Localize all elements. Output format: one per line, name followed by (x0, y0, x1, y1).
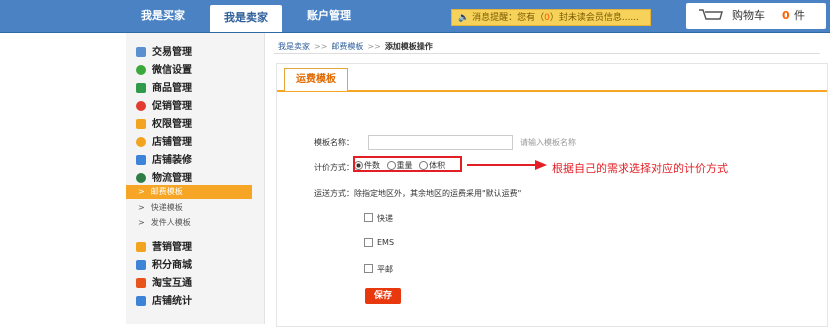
sidebar-item-label: 权限管理 (152, 119, 192, 130)
sidebar-item-label: 淘宝互通 (152, 278, 192, 289)
red-arrow-icon (467, 160, 547, 170)
sidebar-item-permission[interactable]: 权限管理 (136, 117, 192, 133)
chevron-right-icon: > (138, 218, 145, 227)
breadcrumb-postage-template[interactable]: 邮费模板 (331, 42, 363, 51)
checkbox-label: 快递 (377, 214, 393, 223)
notice-suffix: ）封未读会员信息...... (549, 13, 640, 23)
template-name-input[interactable] (368, 135, 513, 150)
cart-label: 购物车 (732, 9, 765, 22)
cart-button[interactable]: 购物车 0 件 (686, 3, 826, 29)
sidebar-item-label: 微信设置 (152, 65, 192, 76)
tab-account[interactable]: 账户管理 (294, 3, 364, 29)
breadcrumb-seller[interactable]: 我是卖家 (278, 42, 310, 51)
chevron-right-icon: > (138, 203, 145, 212)
sidebar-item-points[interactable]: 积分商城 (136, 258, 192, 274)
sidebar-item-label: 营销管理 (152, 242, 192, 253)
annotation-text: 根据自己的需求选择对应的计价方式 (552, 162, 728, 175)
sidebar-item-store[interactable]: 店铺管理 (136, 135, 192, 151)
cart-icon (136, 83, 146, 93)
sidebar-sub-sender-template[interactable]: > 发件人模板 (138, 216, 191, 230)
tab-shipping-template[interactable]: 运费模板 (284, 68, 348, 91)
divider (274, 53, 820, 54)
pricing-label: 计价方式： (314, 163, 354, 172)
cart-icon (699, 9, 723, 20)
save-button[interactable]: 保存 (365, 288, 401, 304)
cart-count: 0 (782, 9, 790, 22)
top-nav-bar: 我是买家 我是卖家 账户管理 🔈 消息提醒：您有（0）封未读会员信息......… (0, 0, 830, 33)
sidebar-item-decor[interactable]: 店铺装修 (136, 153, 192, 169)
sidebar-item-taobao[interactable]: 淘宝互通 (136, 276, 192, 292)
tab-buyer[interactable]: 我是买家 (128, 3, 198, 29)
sidebar-item-promo[interactable]: 促销管理 (136, 99, 192, 115)
sidebar-sub-label: 快递模板 (150, 203, 183, 212)
sidebar-item-marketing[interactable]: 营销管理 (136, 240, 192, 256)
target-icon (136, 101, 146, 111)
sidebar-item-label: 交易管理 (152, 47, 192, 58)
checkbox-surface-mail[interactable] (364, 264, 373, 273)
checkbox-label: EMS (377, 238, 395, 247)
cart-unit: 件 (794, 9, 805, 22)
breadcrumb: 我是卖家 >> 邮费模板 >> 添加模板操作 (278, 41, 433, 52)
breadcrumb-separator: >> (314, 42, 328, 51)
sidebar-item-label: 积分商城 (152, 260, 192, 271)
checkbox-express[interactable] (364, 213, 373, 222)
sidebar-sub-express-template[interactable]: > 快递模板 (138, 201, 183, 215)
template-name-hint: 请输入模板名称 (520, 138, 576, 147)
monitor-icon (136, 155, 146, 165)
breadcrumb-current: 添加模板操作 (384, 42, 433, 51)
store-icon (136, 137, 146, 147)
sidebar-item-label: 商品管理 (152, 83, 192, 94)
sidebar-item-label: 店铺装修 (152, 155, 192, 166)
template-panel: 运费模板 模板名称： 请输入模板名称 计价方式： 件数 重量 体积 根据自己的需… (276, 63, 828, 327)
sidebar-item-label: 店铺统计 (152, 296, 192, 307)
speaker-icon: 🔈 (458, 13, 470, 23)
checkbox-label: 平邮 (377, 265, 393, 274)
truck-icon (136, 173, 146, 183)
sidebar-sub-label: 邮费模板 (150, 187, 183, 196)
chevron-right-icon: > (138, 187, 145, 196)
sidebar-item-trade[interactable]: 交易管理 (136, 45, 192, 61)
sidebar-item-stats[interactable]: 店铺统计 (136, 294, 192, 310)
tab-seller[interactable]: 我是卖家 (210, 5, 282, 32)
star-icon (136, 242, 146, 252)
panel-tabbar: 运费模板 (277, 64, 827, 92)
notice-prefix: 消息提醒：您有（ (472, 13, 545, 23)
sidebar-item-label: 促销管理 (152, 101, 192, 112)
sidebar-item-goods[interactable]: 商品管理 (136, 81, 192, 97)
sidebar-item-wechat[interactable]: 微信设置 (136, 63, 192, 79)
sidebar-sub-postage-template[interactable]: > 邮费模板 (126, 185, 252, 199)
document-icon (136, 47, 146, 57)
key-icon (136, 119, 146, 129)
checkbox-ems[interactable] (364, 238, 373, 247)
points-icon (136, 260, 146, 270)
breadcrumb-separator: >> (367, 42, 381, 51)
chart-icon (136, 296, 146, 306)
shipping-note: 运送方式：除指定地区外，其余地区的运费采用"默认运费" (314, 189, 522, 198)
sidebar: 交易管理 微信设置 商品管理 促销管理 权限管理 店铺管理 店铺装修 物流管理 … (126, 33, 265, 324)
wechat-icon (136, 65, 146, 75)
taobao-icon (136, 278, 146, 288)
template-name-label: 模板名称： (314, 138, 354, 147)
message-notice[interactable]: 🔈 消息提醒：您有（0）封未读会员信息...... (451, 9, 651, 26)
active-pointer (126, 185, 132, 199)
sidebar-sub-label: 发件人模板 (150, 218, 191, 227)
sidebar-item-label: 店铺管理 (152, 137, 192, 148)
sidebar-item-label: 物流管理 (152, 173, 192, 184)
highlight-box (353, 156, 462, 172)
main-content: 我是卖家 >> 邮费模板 >> 添加模板操作 运费模板 模板名称： 请输入模板名称 计价… (264, 33, 830, 327)
